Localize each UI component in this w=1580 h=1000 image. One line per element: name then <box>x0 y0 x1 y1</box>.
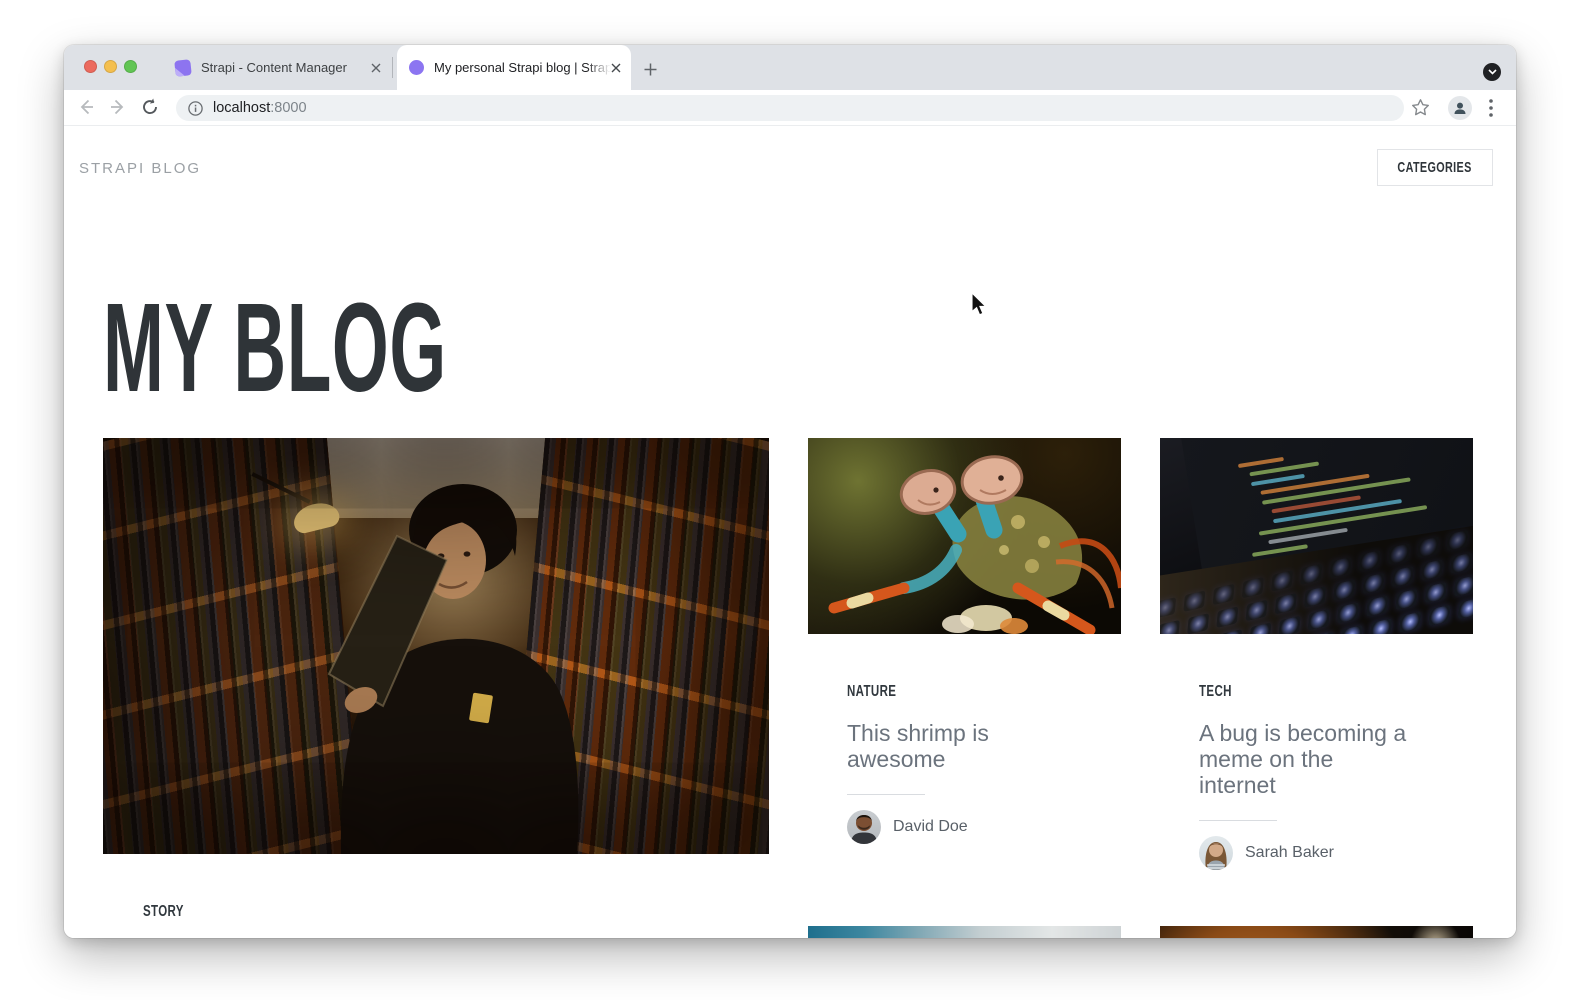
person-icon <box>1453 101 1467 115</box>
keyboard-key <box>1341 625 1363 634</box>
tab-title: My personal Strapi blog | Strap <box>434 60 611 75</box>
keyboard-key <box>1392 566 1414 587</box>
keyboard-key <box>1160 597 1176 618</box>
categories-button[interactable]: CATEGORIES <box>1377 149 1493 186</box>
chevron-down-icon <box>1488 69 1497 75</box>
keyboard-key <box>1428 605 1450 626</box>
next-post-image-partial[interactable] <box>808 926 1121 938</box>
vignette <box>103 438 769 854</box>
tab-separator <box>392 57 393 78</box>
forward-icon[interactable] <box>108 97 128 117</box>
strapi-favicon-icon <box>174 59 192 77</box>
keyboard-key <box>1308 609 1330 630</box>
keyboard-key <box>1300 563 1322 584</box>
keyboard-key <box>1275 593 1297 614</box>
keyboard-key <box>1446 530 1468 551</box>
reload-icon[interactable] <box>140 97 160 117</box>
keyboard-key <box>1333 579 1355 600</box>
close-tab-icon[interactable] <box>611 63 621 73</box>
keyboard-key <box>1421 559 1443 580</box>
close-window-button[interactable] <box>84 60 97 73</box>
keyboard-key <box>1359 550 1381 571</box>
url-text: localhost:8000 <box>213 100 307 116</box>
tab-search-button[interactable] <box>1483 63 1501 81</box>
keyboard-key <box>1242 577 1264 598</box>
back-icon[interactable] <box>76 97 96 117</box>
tab-strapi-content-manager[interactable]: Strapi - Content Manager <box>163 45 391 90</box>
post-card-story[interactable]: STORY <box>103 438 769 921</box>
tab-strip: Strapi - Content Manager My personal Str… <box>64 45 1516 90</box>
post-title[interactable]: This shrimp is awesome <box>847 720 1061 772</box>
keyboard-key <box>1363 573 1385 594</box>
author-name: David Doe <box>893 818 968 836</box>
keyboard-key <box>1187 613 1209 634</box>
divider <box>1199 820 1277 821</box>
blog-favicon-icon <box>409 60 424 75</box>
author-name: Sarah Baker <box>1245 844 1334 862</box>
shrimp-illustration <box>808 438 1121 634</box>
keyboard-key <box>1396 589 1418 610</box>
keyboard-key <box>1425 582 1447 603</box>
keyboard-key <box>1312 632 1334 634</box>
keyboard-key <box>1249 622 1271 634</box>
post-category: TECH <box>1199 683 1473 701</box>
keyboard-key <box>1399 611 1421 632</box>
keyboard-key <box>1216 606 1238 627</box>
bookmark-star-icon[interactable] <box>1411 98 1430 117</box>
mantis-shrimp-photo <box>808 438 1121 634</box>
laptop-code-photo <box>1160 438 1473 634</box>
post-author: Sarah Baker <box>1199 836 1473 870</box>
url-bar[interactable]: localhost:8000 <box>176 95 1404 121</box>
site-info-icon[interactable] <box>188 101 203 116</box>
divider <box>847 794 925 795</box>
keyboard-key <box>1337 602 1359 623</box>
keyboard-key <box>1458 598 1473 619</box>
close-tab-icon[interactable] <box>371 63 381 73</box>
keyboard-key <box>1454 575 1473 596</box>
library-photo <box>103 438 769 854</box>
window-controls <box>84 60 137 73</box>
post-card-nature[interactable]: NATURE This shrimp is awesome David Doe <box>808 438 1121 844</box>
post-category: STORY <box>143 903 769 921</box>
mouse-cursor <box>971 292 988 317</box>
code-line <box>1238 457 1284 468</box>
post-author: David Doe <box>847 810 1121 844</box>
post-category: NATURE <box>847 683 1121 701</box>
keyboard-key <box>1246 600 1268 621</box>
author-avatar <box>847 810 881 844</box>
site-name-link[interactable]: STRAPI BLOG <box>79 160 201 177</box>
keyboard-key <box>1366 595 1388 616</box>
new-tab-button[interactable] <box>644 63 657 76</box>
categories-button-label: CATEGORIES <box>1398 159 1472 176</box>
keyboard-key <box>1450 552 1472 573</box>
keyboard-key <box>1370 618 1392 634</box>
keyboard-key <box>1213 584 1235 605</box>
keyboard-key <box>1220 629 1242 634</box>
post-title[interactable]: A bug is becoming a meme on the internet <box>1199 720 1413 798</box>
menu-dots-icon[interactable] <box>1488 98 1494 118</box>
url-port: :8000 <box>270 100 306 116</box>
author-avatar <box>1199 836 1233 870</box>
minimize-window-button[interactable] <box>104 60 117 73</box>
keyboard-key <box>1330 557 1352 578</box>
browser-window: Strapi - Content Manager My personal Str… <box>64 45 1516 938</box>
next-post-image-partial[interactable] <box>1160 926 1473 938</box>
profile-avatar-button[interactable] <box>1448 96 1472 120</box>
browser-toolbar: localhost:8000 <box>64 90 1516 126</box>
url-host: localhost <box>213 100 270 116</box>
keyboard-key <box>1279 616 1301 634</box>
post-card-tech[interactable]: TECH A bug is becoming a meme on the int… <box>1160 438 1473 870</box>
page-title: MY BLOG <box>103 298 696 430</box>
blog-page: STRAPI BLOG CATEGORIES MY BLOG <box>64 127 1516 938</box>
plus-icon <box>644 63 657 76</box>
keyboard-key <box>1417 536 1439 557</box>
tab-title: Strapi - Content Manager <box>201 60 371 75</box>
keyboard-key <box>1160 620 1180 634</box>
keyboard-key <box>1183 590 1205 611</box>
zoom-window-button[interactable] <box>124 60 137 73</box>
keyboard-key <box>1304 586 1326 607</box>
keyboard-key <box>1388 543 1410 564</box>
tab-my-blog[interactable]: My personal Strapi blog | Strap <box>397 45 631 90</box>
keyboard-key <box>1271 570 1293 591</box>
